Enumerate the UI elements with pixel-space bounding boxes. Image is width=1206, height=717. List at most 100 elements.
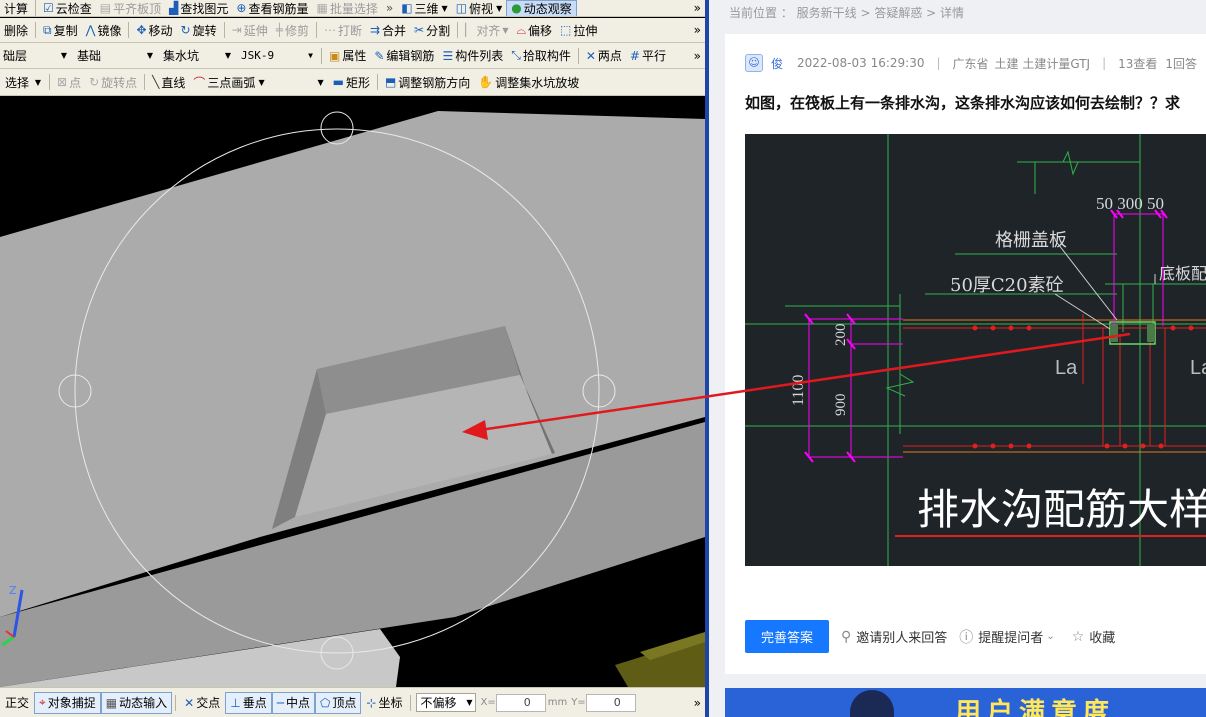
- web-page: 当前位置 ： 服务新干线 > 答疑解惑 > 详情 ☺ 俊 2022-08-03 …: [709, 0, 1206, 717]
- view-count: 13查看: [1118, 56, 1158, 71]
- vertex-snap[interactable]: ⬠ 顶点: [314, 691, 362, 714]
- separator: [376, 74, 378, 90]
- break-button[interactable]: ⋯ 打断: [320, 18, 366, 42]
- copy-icon: ⧉: [43, 22, 52, 37]
- favorite-button[interactable]: ☆ 收藏: [1072, 627, 1116, 647]
- orbit-icon: ●: [511, 1, 522, 15]
- point-button[interactable]: ⊠ 点: [53, 69, 85, 95]
- ortho-toggle[interactable]: 正交: [0, 692, 34, 714]
- pick-component-button[interactable]: ⤡ 拾取构件: [507, 43, 575, 68]
- offset-mode-select[interactable]: 不偏移 ▼: [416, 693, 477, 712]
- breadcrumb[interactable]: 当前位置 ： 服务新干线 > 答疑解惑 > 详情: [729, 4, 964, 21]
- rotate-point-icon: ↻: [89, 75, 100, 89]
- y-coordinate-input[interactable]: 0: [585, 693, 636, 712]
- invite-answer-link[interactable]: ⚲ 邀请别人来回答: [841, 627, 947, 647]
- toolbar3-overflow[interactable]: »: [694, 49, 705, 63]
- separator: [410, 694, 412, 711]
- trim-button[interactable]: ╪ 修剪: [272, 18, 313, 42]
- separator: [457, 22, 459, 38]
- align-icon: ▏: [465, 23, 475, 37]
- avatar[interactable]: ☺: [745, 54, 763, 72]
- edit-rebar-button[interactable]: ✎ 编辑钢筋: [370, 43, 438, 68]
- dynamic-orbit-button[interactable]: ● 动态观察: [506, 0, 577, 16]
- coordinate-icon: ⊹: [366, 695, 377, 710]
- user-icon: ⚲: [841, 628, 852, 645]
- find-icon: ▟: [169, 1, 179, 15]
- find-element-button[interactable]: ▟ 查找图元: [165, 0, 232, 16]
- cloud-check-button[interactable]: ☑ 云检查: [39, 0, 96, 16]
- perpendicular-snap[interactable]: ⊥ 垂点: [225, 691, 272, 714]
- flush-slab-top-button[interactable]: ▤ 平齐板顶: [96, 0, 165, 16]
- pick-icon: ⤡: [511, 48, 521, 62]
- label-grate-cover: 格栅盖板: [995, 230, 1067, 251]
- label-la-1: La: [1055, 357, 1078, 379]
- two-point-button[interactable]: ✕ 两点: [582, 43, 626, 68]
- plan-view-icon: ◫: [455, 1, 468, 15]
- separator: [35, 0, 37, 16]
- dynamic-input-icon: ▦: [105, 695, 118, 710]
- stretch-button[interactable]: ⬚ 拉伸: [556, 18, 601, 42]
- dynamic-input-toggle[interactable]: ▦ 动态输入: [100, 691, 173, 714]
- split-icon: ✂: [414, 23, 425, 37]
- top-view-dropdown[interactable]: ◫ 俯视 ▼: [452, 0, 507, 16]
- extend-button[interactable]: ⇥ 延伸: [228, 18, 272, 42]
- move-button[interactable]: ✥ 移动: [132, 18, 176, 42]
- mirror-button[interactable]: ⋀ 镜像: [82, 18, 126, 42]
- merge-button[interactable]: ⇉ 合并: [366, 18, 410, 42]
- category-select[interactable]: 基础 ▼: [74, 46, 156, 65]
- label-concrete: 50厚C20素砼: [950, 275, 1064, 296]
- rotate-point-button[interactable]: ↻ 旋转点: [85, 69, 141, 95]
- rectangle-button[interactable]: ▬ 矩形: [329, 69, 374, 95]
- toolbar1-overflow[interactable]: »: [694, 1, 705, 15]
- cad-drawing-image[interactable]: 50 300 50 格栅盖板 50厚C20素砼 底板配 200 900 1100…: [745, 134, 1206, 566]
- view-rebar-button[interactable]: ⊕ 查看钢筋量: [232, 0, 312, 16]
- rectangle-icon: ▬: [332, 75, 344, 89]
- properties-icon: ▣: [329, 48, 341, 63]
- y-coordinate: Y= 0: [571, 693, 636, 712]
- post-tags[interactable]: 土建 土建计量GTJ: [995, 55, 1091, 72]
- select-mode-dropdown[interactable]: 选择 ▼: [2, 73, 44, 92]
- username[interactable]: 俊: [771, 55, 783, 72]
- delete-button[interactable]: 删除: [0, 18, 32, 42]
- adjust-pit-slope-button[interactable]: ✋ 调整集水坑放坡: [474, 69, 583, 95]
- batch-select-button[interactable]: ▦ 批量选择: [312, 0, 381, 16]
- midpoint-snap[interactable]: ─ 中点: [271, 691, 315, 714]
- component-select[interactable]: JSK-9 ▼: [238, 46, 316, 65]
- offset-button[interactable]: ⌓ 偏移: [513, 18, 557, 42]
- statusbar-overflow[interactable]: »: [694, 696, 705, 710]
- align-dropdown[interactable]: ▏ 对齐 ▼: [461, 18, 512, 42]
- line-button[interactable]: ╲ 直线: [148, 69, 189, 95]
- improve-answer-button[interactable]: 完善答案: [745, 620, 830, 653]
- three-point-arc-dropdown[interactable]: ⌒ 三点画弧 ▼: [189, 69, 268, 95]
- copy-button[interactable]: ⧉ 复制: [39, 18, 82, 42]
- question-card: ☺ 俊 2022-08-03 16:29:30 | 广东省 土建 土建计量GTJ…: [725, 34, 1206, 674]
- component-list-button[interactable]: ☰ 构件列表: [438, 43, 507, 68]
- rotate-button[interactable]: ↻ 旋转: [177, 18, 221, 42]
- post-datetime: 2022-08-03 16:29:30: [797, 56, 925, 70]
- calc-button[interactable]: 计算: [0, 0, 32, 16]
- orbit-handle-top[interactable]: [320, 111, 354, 145]
- chevron-down-icon: ▼: [146, 51, 153, 60]
- x-coordinate-input[interactable]: 0: [495, 693, 546, 712]
- layer-select[interactable]: 础层 ▼: [0, 46, 70, 65]
- coordinate-toggle[interactable]: ⊹ 坐标: [361, 692, 407, 714]
- object-snap-toggle[interactable]: ⌖ 对象捕捉: [34, 691, 101, 714]
- slab-icon: ▤: [99, 1, 112, 15]
- 3d-viewport[interactable]: Z: [0, 97, 705, 687]
- vertex-icon: ⬠: [319, 695, 331, 710]
- 3d-scene[interactable]: Z: [0, 97, 705, 687]
- adjust-rebar-direction-button[interactable]: ⬒ 调整钢筋方向: [381, 69, 474, 95]
- satisfaction-banner[interactable]: 用户满意度: [725, 688, 1206, 717]
- split-button[interactable]: ✂ 分割: [410, 18, 454, 42]
- properties-button[interactable]: ▣ 属性: [325, 43, 370, 68]
- dim-1100: 1100: [790, 375, 807, 406]
- type-select[interactable]: 集水坑 ▼: [160, 46, 234, 65]
- toolbar2-overflow[interactable]: »: [694, 23, 705, 37]
- parallel-button[interactable]: # 平行: [626, 43, 670, 68]
- view-3d-dropdown[interactable]: ◧ 三维 ▼: [397, 0, 452, 16]
- slab-edges: [903, 319, 1206, 453]
- intersection-snap[interactable]: ✕ 交点: [179, 692, 225, 714]
- arc-option-dropdown[interactable]: ▼: [271, 73, 327, 92]
- remind-asker-dropdown[interactable]: ⓘ 提醒提问者 ⌄: [959, 627, 1059, 647]
- more-indicator: »: [385, 1, 394, 15]
